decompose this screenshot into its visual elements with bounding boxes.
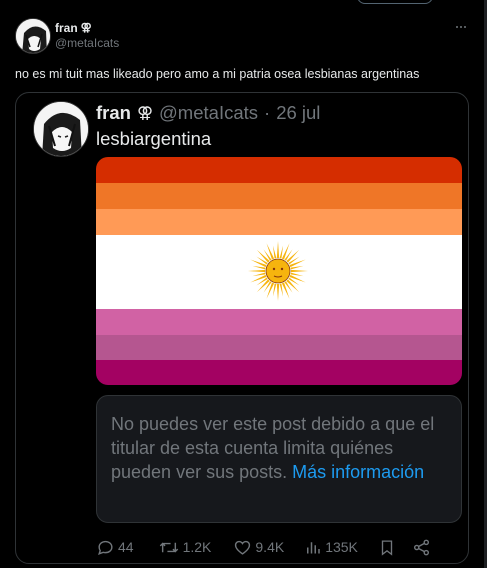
- author-symbol: ⚢: [80, 21, 92, 34]
- bookmark-button[interactable]: [378, 538, 396, 557]
- flag-image[interactable]: [96, 157, 462, 385]
- bookmark-icon: [381, 539, 393, 556]
- sun-ray: [252, 272, 266, 277]
- quoted-author-handle[interactable]: @metaIcats: [159, 102, 258, 124]
- repost-icon: [159, 542, 178, 552]
- action-bar: 44 1.2K 9.4K 135K: [96, 535, 462, 559]
- flag-stripe: [96, 360, 462, 385]
- reply-count: 44: [118, 539, 134, 555]
- sun-ray: [290, 269, 308, 273]
- post-header: fran ⚢ @metaIcats: [15, 18, 119, 54]
- flag-stripe: [96, 157, 462, 183]
- repost-count: 1.2K: [182, 539, 212, 555]
- restricted-post-notice: No puedes ver este post debido a que el …: [96, 395, 462, 523]
- view-count: 135K: [325, 539, 358, 555]
- share-button[interactable]: [412, 538, 431, 557]
- sun-ray: [248, 269, 266, 273]
- quoted-author-avatar[interactable]: [33, 101, 89, 157]
- sun-ray: [272, 245, 277, 259]
- author-handle[interactable]: @metaIcats: [55, 36, 119, 51]
- like-icon: [235, 540, 251, 555]
- sun-ray: [279, 283, 284, 297]
- more-info-link[interactable]: Más información: [292, 462, 424, 482]
- share-icon: [413, 539, 429, 555]
- flag-stripe: [96, 309, 462, 335]
- like-count: 9.4K: [255, 539, 285, 555]
- flag-stripe: [96, 209, 462, 235]
- quoted-text: lesbiargentina: [96, 128, 212, 149]
- quoted-author-symbol: ⚢: [136, 105, 154, 122]
- sun-ray: [279, 245, 284, 259]
- post-text: no es mi tuit mas likeado pero amo a mi …: [15, 67, 420, 81]
- reply-icon: [98, 540, 113, 555]
- quoted-post-header: fran ⚢ @metaIcats · 26 jul lesbiargentin…: [33, 101, 320, 157]
- author-name[interactable]: fran ⚢: [55, 21, 119, 36]
- sun-ray: [276, 283, 280, 301]
- sun-ray: [252, 265, 266, 270]
- flag-stripe: [96, 183, 462, 209]
- views-button[interactable]: 135K: [304, 538, 358, 557]
- top-button-edge[interactable]: [357, 0, 433, 4]
- quoted-post[interactable]: fran ⚢ @metaIcats · 26 jul lesbiargentin…: [15, 92, 469, 564]
- sun-ray: [272, 283, 277, 297]
- repost-button[interactable]: 1.2K: [158, 538, 212, 557]
- author-avatar[interactable]: [15, 18, 51, 54]
- sun-ray: [290, 272, 304, 277]
- quoted-date[interactable]: 26 jul: [276, 102, 320, 124]
- sun-ray: [276, 241, 280, 259]
- reply-button[interactable]: 44: [96, 538, 134, 557]
- author-name-text[interactable]: fran: [55, 21, 78, 36]
- quoted-author-name[interactable]: fran: [96, 102, 131, 124]
- sun-ray: [290, 265, 304, 270]
- views-icon: [307, 541, 320, 553]
- more-icon[interactable]: [452, 20, 470, 34]
- separator-dot: ·: [264, 102, 271, 123]
- flag-stripe: [96, 335, 462, 360]
- like-button[interactable]: 9.4K: [233, 538, 284, 557]
- sun-of-may-icon: [248, 241, 308, 301]
